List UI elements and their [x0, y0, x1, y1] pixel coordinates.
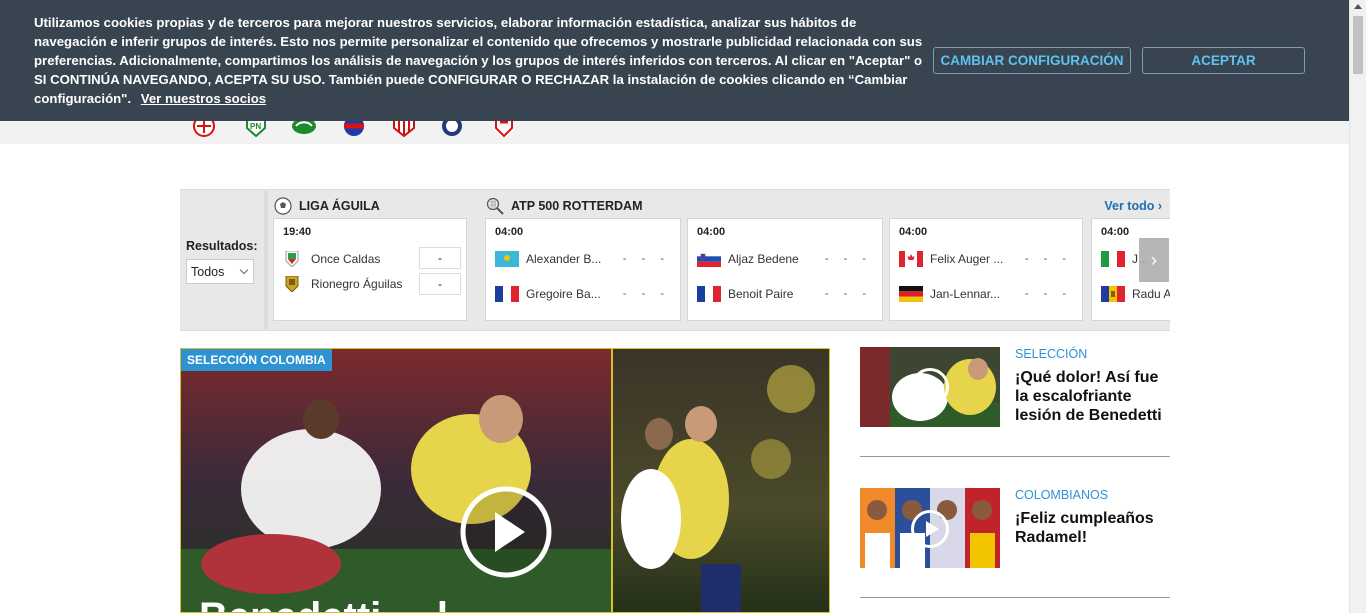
- team-row: Once Caldas: [280, 249, 380, 269]
- scrollbar-thumb[interactable]: [1353, 16, 1363, 74]
- partners-link[interactable]: Ver nuestros socios: [141, 91, 266, 106]
- competition-atp[interactable]: ATP 500 ROTTERDAM: [486, 197, 643, 215]
- competition-name: LIGA ÁGUILA: [299, 199, 380, 213]
- player-name: Gregoire Ba...: [526, 287, 601, 301]
- divider: [860, 456, 1170, 457]
- match-time: 04:00: [495, 226, 524, 238]
- page-scrollbar[interactable]: [1349, 0, 1366, 613]
- match-card[interactable]: 04:00 Felix Auger ... - - - Jan-Lennar..…: [889, 218, 1083, 321]
- cookie-banner: Utilizamos cookies propias y de terceros…: [0, 0, 1349, 121]
- tennis-racket-icon: [486, 197, 504, 215]
- news-title[interactable]: ¡Feliz cumpleaños Radamel!: [1015, 509, 1175, 547]
- news-thumbnail[interactable]: [860, 488, 1000, 568]
- score-box: -: [419, 247, 461, 269]
- results-label: Resultados:: [186, 239, 258, 253]
- set-scores: - - -: [1024, 253, 1072, 265]
- score-box: -: [419, 273, 461, 295]
- chevron-down-icon: [239, 265, 249, 275]
- player-name: Benoit Paire: [728, 287, 794, 301]
- play-icon[interactable]: [911, 510, 949, 548]
- team-crest-icon: [285, 276, 299, 292]
- player-name: Jan-Lennar...: [930, 287, 1001, 301]
- player-row: Aljaz Bedene: [697, 249, 799, 269]
- player-row: Felix Auger ...: [899, 249, 1003, 269]
- set-scores: - - -: [622, 253, 670, 265]
- match-time: 04:00: [899, 226, 928, 238]
- news-category[interactable]: SELECCIÓN: [1015, 347, 1087, 361]
- competition-liga[interactable]: LIGA ÁGUILA: [274, 197, 380, 215]
- player-row: Gregoire Ba...: [495, 284, 601, 304]
- news-category[interactable]: COLOMBIANOS: [1015, 488, 1108, 502]
- kazakhstan-flag-icon: [495, 251, 519, 267]
- france-flag-icon: [495, 286, 519, 302]
- news-thumbnail[interactable]: [860, 347, 1000, 427]
- set-scores: - - -: [622, 288, 670, 300]
- scroll-up-arrow-icon[interactable]: [1354, 4, 1362, 9]
- news-item[interactable]: SELECCIÓN ¡Qué dolor! Así fue la escalof…: [860, 347, 1170, 459]
- news-title[interactable]: ¡Qué dolor! Así fue la escalofriante les…: [1015, 368, 1175, 425]
- hero-headline[interactable]: Benedetti ... l: [199, 595, 448, 612]
- soccer-ball-icon: [274, 197, 292, 215]
- set-scores: - - -: [824, 288, 872, 300]
- player-name: Felix Auger ...: [930, 252, 1004, 266]
- cookie-accept-button[interactable]: ACEPTAR: [1142, 47, 1305, 74]
- hero-article[interactable]: SELECCIÓN COLOMBIA Benedetti ... l: [180, 348, 830, 613]
- canada-flag-icon: [899, 251, 923, 267]
- results-filter-value: Todos: [191, 265, 225, 279]
- moldova-flag-icon: [1101, 286, 1125, 302]
- germany-flag-icon: [899, 286, 923, 302]
- divider: [264, 191, 268, 329]
- player-row: Alexander B...: [495, 249, 601, 269]
- match-card[interactable]: 04:00 Alexander B... - - - Gregoire Ba..…: [485, 218, 681, 321]
- team-name: Rionegro Águilas: [311, 277, 403, 291]
- team-name: Once Caldas: [311, 252, 381, 266]
- news-item[interactable]: COLOMBIANOS ¡Feliz cumpleaños Radamel!: [860, 488, 1170, 600]
- match-time: 04:00: [697, 226, 726, 238]
- match-time: 19:40: [283, 226, 312, 238]
- set-scores: - - -: [824, 253, 872, 265]
- play-icon[interactable]: [459, 485, 553, 579]
- match-card[interactable]: 19:40 Once Caldas - Rionegro Águilas -: [273, 218, 467, 321]
- player-row: Radu A: [1101, 284, 1170, 304]
- chevron-right-icon[interactable]: ›: [1139, 238, 1169, 282]
- player-row: Jan-Lennar...: [899, 284, 1000, 304]
- player-name: Aljaz Bedene: [728, 252, 799, 266]
- slovenia-flag-icon: [697, 251, 721, 267]
- see-all-link[interactable]: Ver todo ›: [1104, 199, 1162, 213]
- italy-flag-icon: [1101, 251, 1125, 267]
- svg-text:PN: PN: [250, 122, 261, 131]
- play-icon[interactable]: [911, 368, 949, 406]
- france-flag-icon: [697, 286, 721, 302]
- team-row: Rionegro Águilas: [280, 274, 402, 294]
- cookie-config-button[interactable]: CAMBIAR CONFIGURACIÓN: [933, 47, 1131, 74]
- player-row: Benoit Paire: [697, 284, 793, 304]
- team-crest-icon: [285, 251, 299, 267]
- player-name: Radu A: [1132, 287, 1170, 301]
- player-name: Alexander B...: [526, 252, 602, 266]
- competition-name: ATP 500 ROTTERDAM: [511, 199, 643, 213]
- set-scores: - - -: [1024, 288, 1072, 300]
- match-card[interactable]: 04:00 Aljaz Bedene - - - Benoit Paire - …: [687, 218, 883, 321]
- match-time: 04:00: [1101, 226, 1130, 238]
- results-filter-select[interactable]: Todos: [186, 259, 254, 284]
- divider: [860, 597, 1170, 598]
- cookie-message: Utilizamos cookies propias y de terceros…: [34, 13, 924, 108]
- category-badge: SELECCIÓN COLOMBIA: [181, 349, 332, 371]
- results-scoreboard: Resultados: Todos LIGA ÁGUILA ATP 500 RO…: [180, 189, 1170, 331]
